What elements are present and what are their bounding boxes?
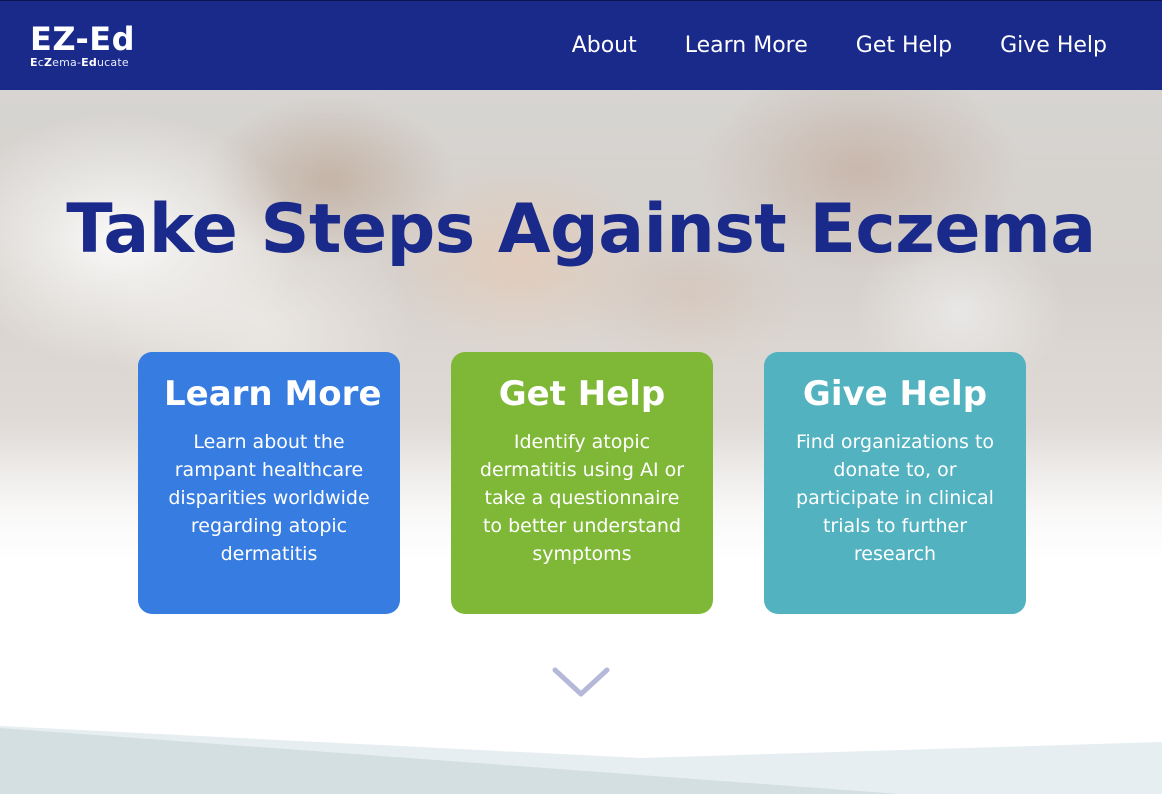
card-description: Learn about the rampant healthcare dispa… [168,431,370,565]
logo-title: EZ-Ed [30,20,136,58]
nav-link-give-help[interactable]: Give Help [1000,33,1107,58]
chevron-down-icon[interactable] [551,666,611,700]
nav-links: About Learn More Get Help Give Help [572,33,1132,58]
site-logo[interactable]: EZ-Ed EcZema-Educate [30,23,135,68]
hero-title: Take Steps Against Eczema [66,190,1096,269]
card-title: Get Help [498,374,666,414]
card-give-help[interactable]: Give Help Find organizations to donate t… [764,352,1026,614]
card-description: Identify atopic dermatitis using AI or t… [479,431,685,565]
card-description: Find organizations to donate to, or part… [795,431,995,565]
nav-link-about[interactable]: About [572,33,637,58]
nav-link-get-help[interactable]: Get Help [856,33,952,58]
hero-section: Take Steps Against Eczema Learn More Lea… [0,90,1162,724]
top-navbar: EZ-Ed EcZema-Educate About Learn More Ge… [0,0,1162,90]
card-learn-more[interactable]: Learn More Learn about the rampant healt… [138,352,400,614]
section-divider [0,722,1162,794]
card-title: Learn More [164,374,382,414]
feature-cards: Learn More Learn about the rampant healt… [138,352,1026,614]
nav-link-learn-more[interactable]: Learn More [685,33,808,58]
card-title: Give Help [802,374,988,414]
logo-subtitle: EcZema-Educate [30,56,129,69]
card-get-help[interactable]: Get Help Identify atopic dermatitis usin… [451,352,713,614]
